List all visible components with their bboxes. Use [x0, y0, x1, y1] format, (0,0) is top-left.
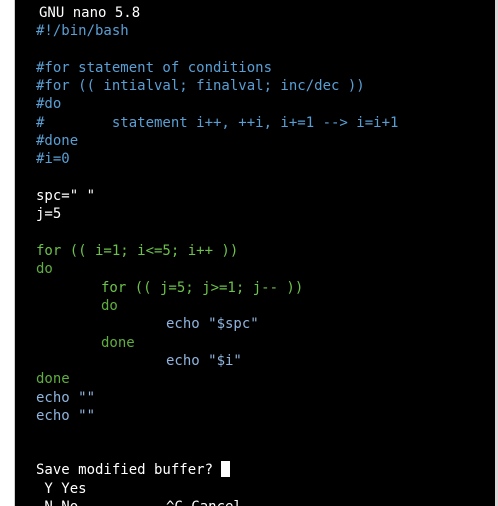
code-line-do-outer: do	[36, 261, 53, 277]
code-line-comment-4: # statement i++, ++i, i+=1 --> i=i+1	[36, 115, 399, 131]
no-option[interactable]: N No	[36, 498, 78, 506]
code-line-for-outer: for (( i=1; i<=5; i++ ))	[36, 243, 239, 259]
code-line-comment-2: #for (( intialval; finalval; inc/dec ))	[36, 78, 365, 94]
save-prompt-question: Save modified buffer?	[36, 462, 214, 478]
code-line-for-inner: for (( j=5; j>=1; j-- ))	[101, 280, 304, 296]
code-line-comment-5: #done	[36, 133, 79, 149]
terminal-window[interactable]: GNU nano 5.8 #!/bin/bash #for statement …	[15, 0, 495, 506]
code-line-echo-empty-1: echo ""	[36, 390, 96, 406]
yes-option[interactable]: Y Yes	[36, 480, 86, 498]
code-line-comment-3: #do	[36, 96, 62, 112]
code-line-echo-i: echo "$i"	[166, 353, 242, 369]
code-line-do-inner: do	[101, 298, 118, 314]
code-line-j: j=5	[36, 206, 62, 222]
code-line-spc: spc=" "	[36, 188, 96, 204]
code-line-echo-spc: echo "$spc"	[166, 316, 259, 332]
code-line-comment-1: #for statement of conditions	[36, 60, 273, 76]
code-line-echo-empty-2: echo ""	[36, 408, 96, 424]
code-line-done-inner: done	[101, 335, 135, 351]
save-prompt[interactable]: Save modified buffer?	[36, 461, 231, 479]
code-line-shebang: #!/bin/bash	[36, 23, 129, 39]
text-cursor	[221, 461, 231, 477]
nano-title: GNU nano 5.8	[39, 5, 141, 21]
code-line-done-outer: done	[36, 371, 70, 387]
left-window-edge	[0, 0, 15, 506]
code-line-comment-6: #i=0	[36, 151, 70, 167]
cancel-option[interactable]: ^C Cancel	[166, 498, 242, 506]
